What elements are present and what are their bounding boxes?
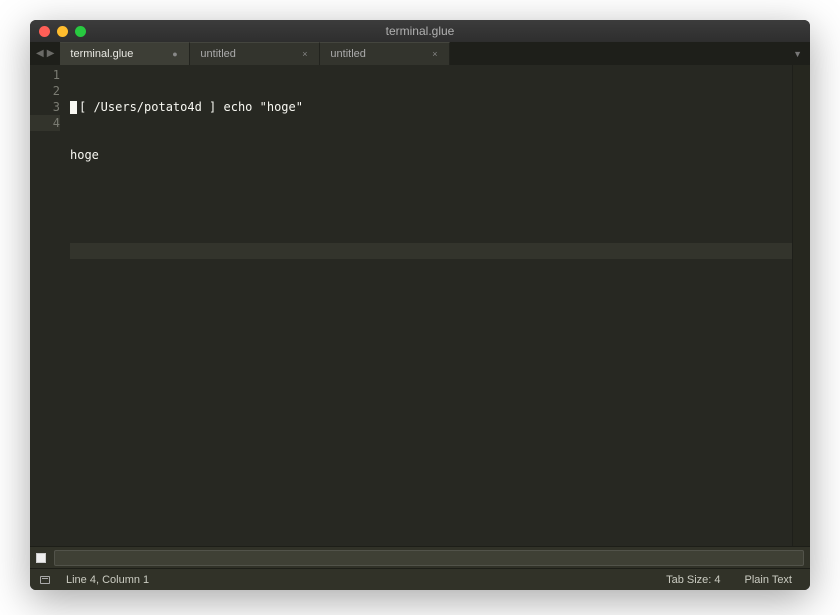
gutter-line-number: 4 — [30, 115, 60, 131]
window-title: terminal.glue — [30, 24, 810, 38]
code-line — [70, 195, 792, 211]
status-syntax[interactable]: Plain Text — [737, 574, 801, 586]
titlebar: terminal.glue — [30, 20, 810, 42]
status-tabsize[interactable]: Tab Size: 4 — [658, 574, 728, 586]
tab-nav-arrows[interactable]: ◀ ▶ — [30, 42, 60, 65]
editor-window: terminal.glue ◀ ▶ terminal.glue ● untitl… — [30, 20, 810, 590]
dirty-icon: ● — [170, 49, 179, 59]
command-bar — [30, 546, 810, 568]
minimap[interactable] — [792, 65, 810, 546]
nav-right-icon: ▶ — [47, 48, 55, 59]
close-button[interactable] — [39, 26, 50, 37]
close-icon[interactable]: × — [430, 49, 439, 59]
tab-terminal-glue[interactable]: terminal.glue ● — [60, 42, 190, 65]
tab-dropdown[interactable]: ▼ — [785, 42, 810, 65]
tab-label: untitled — [200, 48, 235, 60]
prompt-cursor-icon — [70, 101, 77, 114]
status-position[interactable]: Line 4, Column 1 — [58, 574, 157, 586]
nav-left-icon: ◀ — [36, 48, 44, 59]
tab-label: terminal.glue — [70, 48, 133, 60]
gutter-line-number: 1 — [30, 67, 60, 83]
code-line — [70, 243, 792, 259]
editor-area[interactable]: 1 2 3 4 [ /Users/potato4d ] echo "hoge" … — [30, 65, 810, 546]
tab-label: untitled — [330, 48, 365, 60]
code-text: hoge — [70, 148, 99, 162]
code-text: [ /Users/potato4d ] echo "hoge" — [79, 100, 303, 114]
gutter-line-number: 3 — [30, 99, 60, 115]
chevron-down-icon: ▼ — [793, 49, 802, 59]
tab-untitled-1[interactable]: untitled × — [190, 42, 320, 65]
command-prompt-icon — [36, 553, 46, 563]
code-line: [ /Users/potato4d ] echo "hoge" — [70, 99, 792, 115]
menu-icon[interactable] — [40, 576, 50, 584]
tab-bar: ◀ ▶ terminal.glue ● untitled × untitled … — [30, 42, 810, 65]
line-gutter: 1 2 3 4 — [30, 65, 66, 546]
code-content[interactable]: [ /Users/potato4d ] echo "hoge" hoge — [66, 65, 792, 546]
close-icon[interactable]: × — [300, 49, 309, 59]
command-input[interactable] — [54, 550, 804, 566]
traffic-lights — [30, 26, 86, 37]
maximize-button[interactable] — [75, 26, 86, 37]
status-bar: Line 4, Column 1 Tab Size: 4 Plain Text — [30, 568, 810, 590]
tab-untitled-2[interactable]: untitled × — [320, 42, 450, 65]
code-line: hoge — [70, 147, 792, 163]
minimize-button[interactable] — [57, 26, 68, 37]
gutter-line-number: 2 — [30, 83, 60, 99]
